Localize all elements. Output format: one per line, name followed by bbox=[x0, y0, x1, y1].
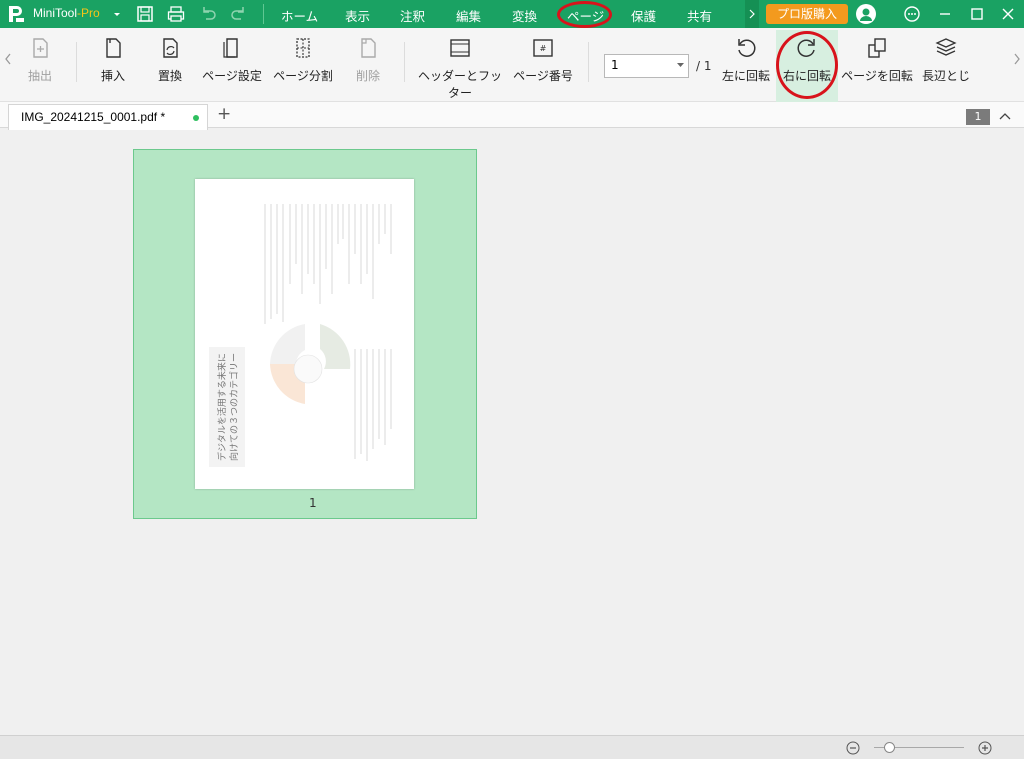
header-footer-label: ヘッダーとフッター bbox=[417, 69, 502, 100]
delete-label: 削除 bbox=[355, 69, 380, 83]
zoom-out-icon[interactable] bbox=[846, 741, 860, 755]
account-icon[interactable] bbox=[856, 4, 876, 24]
title-bar: MiniTool-Pro ホーム 表示 注釈 編集 変換 ページ 保護 共有 プ… bbox=[0, 0, 1024, 28]
menu-scroll-right[interactable] bbox=[745, 0, 759, 28]
replace-page-icon bbox=[163, 38, 178, 58]
page-number-label: ページ番号 bbox=[513, 69, 573, 83]
app-logo-icon bbox=[9, 6, 24, 22]
header-footer-icon bbox=[450, 39, 470, 57]
page-number-button[interactable]: # ページ番号 bbox=[512, 36, 574, 84]
menu-share[interactable]: 共有 bbox=[687, 6, 712, 25]
binding-icon bbox=[935, 38, 957, 56]
document-tab[interactable]: IMG_20241215_0001.pdf * bbox=[8, 104, 208, 130]
extract-label: 抽出 bbox=[27, 69, 52, 83]
print-icon[interactable] bbox=[167, 5, 185, 23]
zoom-in-icon[interactable] bbox=[978, 741, 992, 755]
app-name: MiniTool-Pro bbox=[33, 6, 100, 20]
modified-dot-icon bbox=[193, 115, 199, 121]
rotate-left-icon bbox=[738, 39, 756, 57]
zoom-slider-handle[interactable] bbox=[884, 742, 895, 753]
split-page-label: ページ分割 bbox=[273, 69, 333, 83]
menu-annotate[interactable]: 注釈 bbox=[400, 6, 425, 25]
toolbar-divider bbox=[404, 42, 405, 82]
page-thumbnail-label: 1 bbox=[309, 496, 317, 510]
insert-button[interactable]: 挿入 bbox=[95, 36, 131, 84]
page-number-icon: # bbox=[533, 39, 553, 57]
page-setup-label: ページ設定 bbox=[202, 69, 262, 83]
insert-page-icon bbox=[106, 38, 121, 58]
highlight-ellipse-rotate-right bbox=[776, 31, 838, 99]
highlight-ellipse-page-menu bbox=[557, 1, 612, 28]
rotate-page-label: ページを回転 bbox=[841, 69, 913, 83]
redo-icon[interactable] bbox=[230, 5, 248, 23]
split-page-icon bbox=[296, 38, 310, 58]
preview-title-line2: 向けての３つのカテゴリー bbox=[228, 353, 240, 461]
replace-button[interactable]: 置換 bbox=[152, 36, 188, 84]
page-number-value: 1 bbox=[611, 58, 619, 72]
rotate-page-icon bbox=[868, 38, 886, 58]
document-tab-bar: IMG_20241215_0001.pdf * + 1 bbox=[0, 102, 1024, 130]
undo-icon[interactable] bbox=[199, 5, 217, 23]
toolbar-divider bbox=[588, 42, 589, 82]
menu-view[interactable]: 表示 bbox=[345, 6, 370, 25]
page-content-preview: デジタルを活用する未来に 向けての３つのカテゴリー bbox=[209, 204, 392, 467]
header-footer-button[interactable]: ヘッダーとフッター bbox=[416, 36, 504, 101]
status-bar bbox=[0, 735, 1024, 759]
rotate-left-label: 左に回転 bbox=[721, 69, 770, 83]
insert-label: 挿入 bbox=[100, 69, 125, 83]
close-icon[interactable] bbox=[999, 5, 1017, 23]
page-thumbnail-image[interactable]: デジタルを活用する未来に 向けての３つのカテゴリー bbox=[195, 179, 414, 489]
save-icon[interactable] bbox=[136, 5, 154, 23]
menu-home[interactable]: ホーム bbox=[281, 6, 318, 25]
preview-title-line1: デジタルを活用する未来に bbox=[216, 353, 228, 461]
extract-button[interactable]: 抽出 bbox=[20, 36, 60, 84]
chevron-right-icon bbox=[749, 9, 755, 19]
toolbar-scroll-left-icon[interactable] bbox=[3, 52, 13, 66]
menu-convert[interactable]: 変換 bbox=[512, 6, 537, 25]
long-edge-binding-button[interactable]: 長辺とじ bbox=[922, 36, 970, 84]
rotate-left-button[interactable]: 左に回転 bbox=[720, 36, 772, 84]
page-toolbar: 抽出 挿入 置換 ページ設定 ページ分割 削除 ヘッダーとフッター # ページ番… bbox=[0, 28, 1024, 102]
page-setup-icon bbox=[223, 38, 238, 58]
chevron-down-icon[interactable] bbox=[677, 63, 684, 68]
extract-icon bbox=[33, 38, 48, 58]
replace-label: 置換 bbox=[157, 69, 182, 83]
feedback-icon[interactable] bbox=[903, 5, 921, 23]
tab-count-badge[interactable]: 1 bbox=[966, 109, 990, 125]
buy-pro-button[interactable]: プロ版購入 bbox=[766, 4, 848, 24]
chevron-down-icon[interactable] bbox=[113, 5, 121, 23]
delete-button[interactable]: 削除 bbox=[350, 36, 386, 84]
document-tab-title: IMG_20241215_0001.pdf * bbox=[21, 110, 166, 124]
page-number-input[interactable]: 1 bbox=[604, 54, 689, 78]
add-tab-button[interactable]: + bbox=[217, 104, 231, 124]
menu-protect[interactable]: 保護 bbox=[631, 6, 656, 25]
toolbar-divider bbox=[76, 42, 77, 82]
page-total: / 1 bbox=[696, 59, 712, 73]
chevron-up-icon[interactable] bbox=[999, 112, 1011, 120]
divider bbox=[263, 4, 264, 24]
delete-page-icon bbox=[361, 38, 376, 58]
split-page-button[interactable]: ページ分割 bbox=[272, 36, 334, 84]
long-edge-binding-label: 長辺とじ bbox=[922, 69, 971, 83]
minimize-icon[interactable] bbox=[936, 5, 954, 23]
maximize-icon[interactable] bbox=[968, 5, 986, 23]
menu-edit[interactable]: 編集 bbox=[456, 6, 481, 25]
rotate-page-button[interactable]: ページを回転 bbox=[841, 36, 913, 84]
toolbar-scroll-right-icon[interactable] bbox=[1012, 52, 1022, 66]
page-setup-button[interactable]: ページ設定 bbox=[201, 36, 263, 84]
svg-text:#: # bbox=[540, 44, 547, 53]
